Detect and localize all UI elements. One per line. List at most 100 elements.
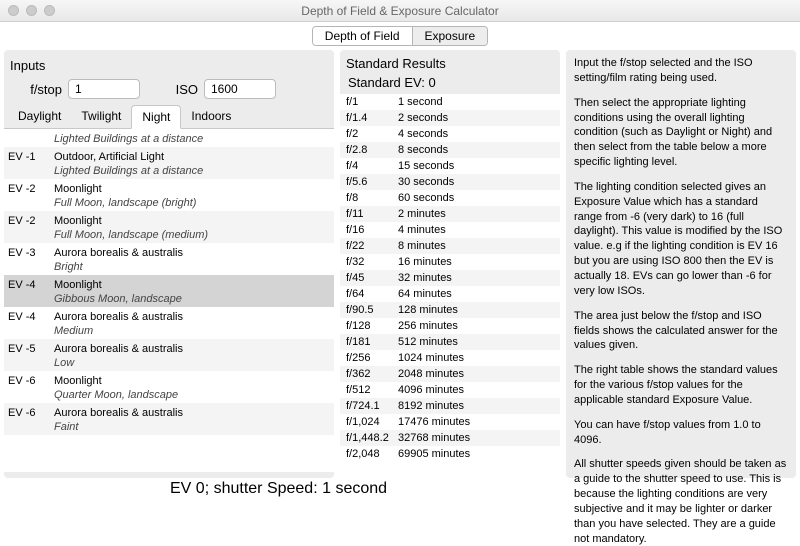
result-shutter: 2048 minutes (398, 366, 560, 382)
info-text: The area just below the f/stop and ISO f… (574, 309, 788, 354)
result-row[interactable]: f/164 minutes (340, 222, 560, 238)
result-fstop: f/16 (340, 222, 398, 238)
lighting-row[interactable]: EV -4Aurora borealis & australisMedium (4, 307, 334, 339)
result-row[interactable]: f/3622048 minutes (340, 366, 560, 382)
result-shutter: 16 minutes (398, 254, 560, 270)
info-text: Input the f/stop selected and the ISO se… (574, 56, 788, 86)
iso-input[interactable] (204, 79, 276, 99)
lighting-row[interactable]: EV -5Aurora borealis & australisLow (4, 339, 334, 371)
lighting-row[interactable]: EV -1Outdoor, Artificial LightLighted Bu… (4, 147, 334, 179)
lighting-ev (4, 129, 50, 147)
result-fstop: f/2 (340, 126, 398, 142)
lighting-ev: EV -4 (4, 307, 50, 339)
lighting-ev: EV -1 (4, 147, 50, 179)
result-fstop: f/2.8 (340, 142, 398, 158)
result-fstop: f/1,448.2 (340, 430, 398, 446)
result-row[interactable]: f/181512 minutes (340, 334, 560, 350)
result-shutter: 1024 minutes (398, 350, 560, 366)
result-shutter: 15 seconds (398, 158, 560, 174)
lighting-row[interactable]: EV -2MoonlightFull Moon, landscape (brig… (4, 179, 334, 211)
result-row[interactable]: f/5124096 minutes (340, 382, 560, 398)
result-row[interactable]: f/6464 minutes (340, 286, 560, 302)
close-icon[interactable] (8, 5, 19, 16)
result-row[interactable]: f/1,448.232768 minutes (340, 430, 560, 446)
lighting-row[interactable]: EV -3Aurora borealis & australisBright (4, 243, 334, 275)
zoom-icon[interactable] (44, 5, 55, 16)
lighting-desc: Aurora borealis & australisLow (50, 339, 334, 371)
result-row[interactable]: f/228 minutes (340, 238, 560, 254)
result-fstop: f/5.6 (340, 174, 398, 190)
lighting-ev: EV -5 (4, 339, 50, 371)
result-shutter: 8 minutes (398, 238, 560, 254)
result-fstop: f/32 (340, 254, 398, 270)
result-fstop: f/512 (340, 382, 398, 398)
result-shutter: 128 minutes (398, 302, 560, 318)
result-row[interactable]: f/1,02417476 minutes (340, 414, 560, 430)
results-list[interactable]: f/11 secondf/1.42 secondsf/24 secondsf/2… (340, 94, 560, 478)
result-shutter: 8192 minutes (398, 398, 560, 414)
result-row[interactable]: f/3216 minutes (340, 254, 560, 270)
info-text: All shutter speeds given should be taken… (574, 457, 788, 546)
result-shutter: 4096 minutes (398, 382, 560, 398)
result-row[interactable]: f/2.88 seconds (340, 142, 560, 158)
result-fstop: f/22 (340, 238, 398, 254)
result-fstop: f/1.4 (340, 110, 398, 126)
lighting-row[interactable]: EV -6Aurora borealis & australisFaint (4, 403, 334, 435)
lighting-ev: EV -2 (4, 179, 50, 211)
lighting-desc: Lighted Buildings at a distance (50, 129, 334, 147)
lighting-desc: MoonlightQuarter Moon, landscape (50, 371, 334, 403)
result-row[interactable]: f/5.630 seconds (340, 174, 560, 190)
result-fstop: f/64 (340, 286, 398, 302)
tab-exposure[interactable]: Exposure (413, 27, 488, 45)
window-titlebar: Depth of Field & Exposure Calculator (0, 0, 800, 22)
lighting-desc: Aurora borealis & australisBright (50, 243, 334, 275)
lighting-tab-daylight[interactable]: Daylight (8, 105, 71, 128)
result-row[interactable]: f/415 seconds (340, 158, 560, 174)
fstop-input[interactable] (68, 79, 140, 99)
info-text: The lighting condition selected gives an… (574, 180, 788, 299)
info-text: The right table shows the standard value… (574, 363, 788, 408)
lighting-tab-night[interactable]: Night (131, 105, 181, 129)
result-row[interactable]: f/860 seconds (340, 190, 560, 206)
result-row[interactable]: f/724.18192 minutes (340, 398, 560, 414)
result-shutter: 60 seconds (398, 190, 560, 206)
result-shutter: 4 seconds (398, 126, 560, 142)
result-shutter: 4 minutes (398, 222, 560, 238)
result-shutter: 17476 minutes (398, 414, 560, 430)
result-fstop: f/724.1 (340, 398, 398, 414)
lighting-row[interactable]: EV -2MoonlightFull Moon, landscape (medi… (4, 211, 334, 243)
result-shutter: 64 minutes (398, 286, 560, 302)
result-row[interactable]: f/24 seconds (340, 126, 560, 142)
result-row[interactable]: f/90.5128 minutes (340, 302, 560, 318)
lighting-row[interactable]: EV -4MoonlightGibbous Moon, landscape (4, 275, 334, 307)
result-shutter: 512 minutes (398, 334, 560, 350)
tab-depth-of-field[interactable]: Depth of Field (313, 27, 413, 45)
result-shutter: 32 minutes (398, 270, 560, 286)
info-text: You can have f/stop values from 1.0 to 4… (574, 418, 788, 448)
minimize-icon[interactable] (26, 5, 37, 16)
lighting-row[interactable]: Lighted Buildings at a distance (4, 129, 334, 147)
results-panel: Standard Results Standard EV: 0 f/11 sec… (340, 50, 560, 478)
results-title: Standard Results (346, 56, 554, 71)
result-shutter: 30 seconds (398, 174, 560, 190)
result-row[interactable]: f/112 minutes (340, 206, 560, 222)
lighting-list[interactable]: Lighted Buildings at a distanceEV -1Outd… (4, 129, 334, 472)
result-row[interactable]: f/4532 minutes (340, 270, 560, 286)
result-row[interactable]: f/2,04869905 minutes (340, 446, 560, 462)
result-row[interactable]: f/1.42 seconds (340, 110, 560, 126)
lighting-tab-indoors[interactable]: Indoors (181, 105, 241, 128)
result-fstop: f/2,048 (340, 446, 398, 462)
lighting-tab-twilight[interactable]: Twilight (71, 105, 131, 128)
lighting-desc: MoonlightFull Moon, landscape (bright) (50, 179, 334, 211)
info-text: Then select the appropriate lighting con… (574, 96, 788, 170)
lighting-ev: EV -6 (4, 371, 50, 403)
result-fstop: f/1 (340, 94, 398, 110)
result-row[interactable]: f/2561024 minutes (340, 350, 560, 366)
result-shutter: 256 minutes (398, 318, 560, 334)
result-row[interactable]: f/128256 minutes (340, 318, 560, 334)
lighting-desc: MoonlightFull Moon, landscape (medium) (50, 211, 334, 243)
inputs-title: Inputs (10, 58, 328, 73)
result-row[interactable]: f/11 second (340, 94, 560, 110)
lighting-row[interactable]: EV -6MoonlightQuarter Moon, landscape (4, 371, 334, 403)
lighting-ev: EV -3 (4, 243, 50, 275)
